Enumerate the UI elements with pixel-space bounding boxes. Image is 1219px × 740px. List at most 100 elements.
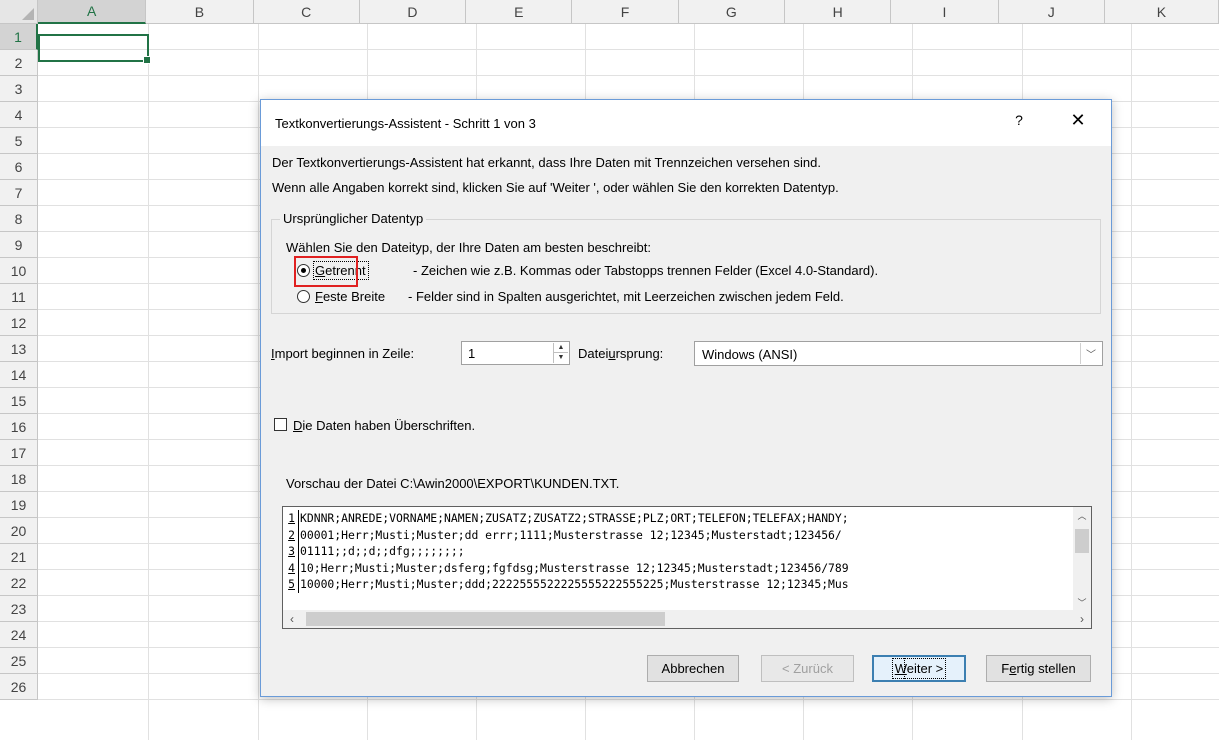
radio-fixed-width-label[interactable]: Feste Breite <box>315 289 405 304</box>
column-header-e[interactable]: E <box>466 0 573 24</box>
fill-handle[interactable] <box>143 56 151 64</box>
select-all-triangle <box>22 8 34 20</box>
column-header-k[interactable]: K <box>1104 0 1219 24</box>
grid-line <box>38 699 1219 700</box>
preview-line-number: 3 <box>283 543 299 560</box>
spin-down-icon[interactable]: ▼ <box>554 353 568 362</box>
preview-line-number: 4 <box>283 559 299 576</box>
row-header-19[interactable]: 19 <box>0 492 38 518</box>
radio-delimited[interactable]: Getrennt - Zeichen wie z.B. Kommas oder … <box>297 261 878 280</box>
row-header-2[interactable]: 2 <box>0 50 38 76</box>
preview-line-text: 10000;Herr;Musti;Muster;ddd;222255552222… <box>300 577 849 591</box>
row-header-14[interactable]: 14 <box>0 362 38 388</box>
row-header-25[interactable]: 25 <box>0 648 38 674</box>
file-origin-value[interactable]: Windows (ANSI) <box>702 347 797 362</box>
column-header-a[interactable]: A <box>38 0 147 24</box>
row-headers: 1 2 3 4 5 6 7 8 9 10 11 12 13 14 15 16 1… <box>0 24 38 700</box>
dialog-title: Textkonvertierungs-Assistent - Schritt 1… <box>275 116 536 131</box>
row-header-15[interactable]: 15 <box>0 388 38 414</box>
horizontal-scroll-thumb[interactable] <box>306 612 665 626</box>
row-header-20[interactable]: 20 <box>0 518 38 544</box>
row-header-8[interactable]: 8 <box>0 206 38 232</box>
chevron-down-icon[interactable]: ﹀ <box>1080 343 1101 364</box>
start-row-label: Import beginnen in Zeile: <box>271 346 415 361</box>
text-import-wizard-dialog: Textkonvertierungs-Assistent - Schritt 1… <box>260 99 1112 697</box>
row-header-9[interactable]: 9 <box>0 232 38 258</box>
scroll-down-icon[interactable]: ﹀ <box>1073 594 1091 610</box>
cancel-button[interactable]: Abbrechen <box>647 655 739 682</box>
headers-checkbox-label[interactable]: Die Daten haben Überschriften. <box>293 418 475 433</box>
groupbox-title: Ursprünglicher Datentyp <box>280 211 427 226</box>
preview-line-text: 10;Herr;Musti;Muster;dsferg;fgfdsg;Muste… <box>300 560 849 575</box>
row-header-26[interactable]: 26 <box>0 674 38 700</box>
radio-fixed-width-description: - Felder sind in Spalten ausgerichtet, m… <box>408 289 844 304</box>
column-header-d[interactable]: D <box>359 0 467 24</box>
start-row-value[interactable]: 1 <box>468 346 475 361</box>
select-all-corner[interactable] <box>0 0 38 24</box>
column-header-j[interactable]: J <box>998 0 1105 24</box>
column-header-i[interactable]: I <box>891 0 999 24</box>
grid-line <box>38 49 1219 50</box>
preview-line: 5 10000;Herr;Musti;Muster;ddd;22225555222… <box>283 576 1071 593</box>
column-header-f[interactable]: F <box>572 0 679 24</box>
scroll-up-icon[interactable]: ︿ <box>1073 507 1091 523</box>
file-origin-dropdown[interactable]: Windows (ANSI) ﹀ <box>694 341 1103 366</box>
preview-vertical-scrollbar[interactable]: ︿ ﹀ <box>1073 507 1091 610</box>
preview-horizontal-scrollbar[interactable]: ‹ › <box>283 610 1091 628</box>
preview-label: Vorschau der Datei C:\Awin2000\EXPORT\KU… <box>286 476 620 491</box>
preview-line: 3 01111;;d;;d;;dfg;;;;;;;; <box>283 543 1071 560</box>
grid-line <box>258 24 259 740</box>
preview-line-text: KDNNR;ANREDE;VORNAME;NAMEN;ZUSATZ;ZUSATZ… <box>300 511 849 525</box>
vertical-scroll-thumb[interactable] <box>1075 529 1089 553</box>
row-header-21[interactable]: 21 <box>0 544 38 570</box>
dialog-titlebar: Textkonvertierungs-Assistent - Schritt 1… <box>261 100 1111 146</box>
row-header-23[interactable]: 23 <box>0 596 38 622</box>
radio-fixed-width-circle[interactable] <box>297 290 310 303</box>
help-button[interactable]: ? <box>1009 112 1029 134</box>
preview-line-number: 5 <box>283 576 299 593</box>
intro-text-line2: Wenn alle Angaben korrekt sind, klicken … <box>272 180 839 195</box>
row-header-17[interactable]: 17 <box>0 440 38 466</box>
row-header-16[interactable]: 16 <box>0 414 38 440</box>
row-header-7[interactable]: 7 <box>0 180 38 206</box>
file-preview-box[interactable]: 1 KDNNR;ANREDE;VORNAME;NAMEN;ZUSATZ;ZUSAT… <box>282 506 1092 629</box>
preview-line: 4 10;Herr;Musti;Muster;dsferg;fgfdsg;Must… <box>283 559 1071 576</box>
back-button[interactable]: < Zurück <box>761 655 854 682</box>
start-row-spinner[interactable]: 1 ▲ ▼ <box>461 341 570 365</box>
radio-fixed-width[interactable]: Feste Breite - Felder sind in Spalten au… <box>297 289 844 304</box>
column-header-g[interactable]: G <box>678 0 786 24</box>
row-header-5[interactable]: 5 <box>0 128 38 154</box>
preview-line-number: 2 <box>283 526 299 543</box>
active-cell-a1[interactable] <box>38 34 151 64</box>
column-header-b[interactable]: B <box>146 0 254 24</box>
row-header-24[interactable]: 24 <box>0 622 38 648</box>
scroll-right-icon[interactable]: › <box>1073 610 1091 628</box>
row-header-22[interactable]: 22 <box>0 570 38 596</box>
spin-up-icon[interactable]: ▲ <box>554 343 568 353</box>
headers-checkbox[interactable] <box>274 418 287 431</box>
intro-text-line1: Der Textkonvertierungs-Assistent hat erk… <box>272 155 821 170</box>
row-header-13[interactable]: 13 <box>0 336 38 362</box>
row-header-11[interactable]: 11 <box>0 284 38 310</box>
grid-line <box>148 24 149 740</box>
finish-button[interactable]: Fertig stellen <box>986 655 1091 682</box>
column-header-h[interactable]: H <box>785 0 892 24</box>
scroll-left-icon[interactable]: ‹ <box>283 610 301 628</box>
row-header-18[interactable]: 18 <box>0 466 38 492</box>
row-header-10[interactable]: 10 <box>0 258 38 284</box>
preview-line: 1 KDNNR;ANREDE;VORNAME;NAMEN;ZUSATZ;ZUSAT… <box>283 510 1071 527</box>
file-origin-label: Dateiursprung: <box>578 346 664 361</box>
row-header-6[interactable]: 6 <box>0 154 38 180</box>
highlight-annotation <box>294 256 358 287</box>
spinner-buttons: ▲ ▼ <box>553 343 568 363</box>
preview-line-text: 01111;;d;;d;;dfg;;;;;;;; <box>300 544 465 558</box>
close-button[interactable]: ✕ <box>1064 110 1092 134</box>
row-header-4[interactable]: 4 <box>0 102 38 128</box>
next-button[interactable]: Weiter > <box>872 655 966 682</box>
row-header-1[interactable]: 1 <box>0 24 38 50</box>
row-header-12[interactable]: 12 <box>0 310 38 336</box>
column-header-c[interactable]: C <box>253 0 360 24</box>
preview-line-text: 00001;Herr;Musti;Muster;dd errr;1111;Mus… <box>300 527 842 542</box>
grid-line <box>1131 24 1132 740</box>
row-header-3[interactable]: 3 <box>0 76 38 102</box>
